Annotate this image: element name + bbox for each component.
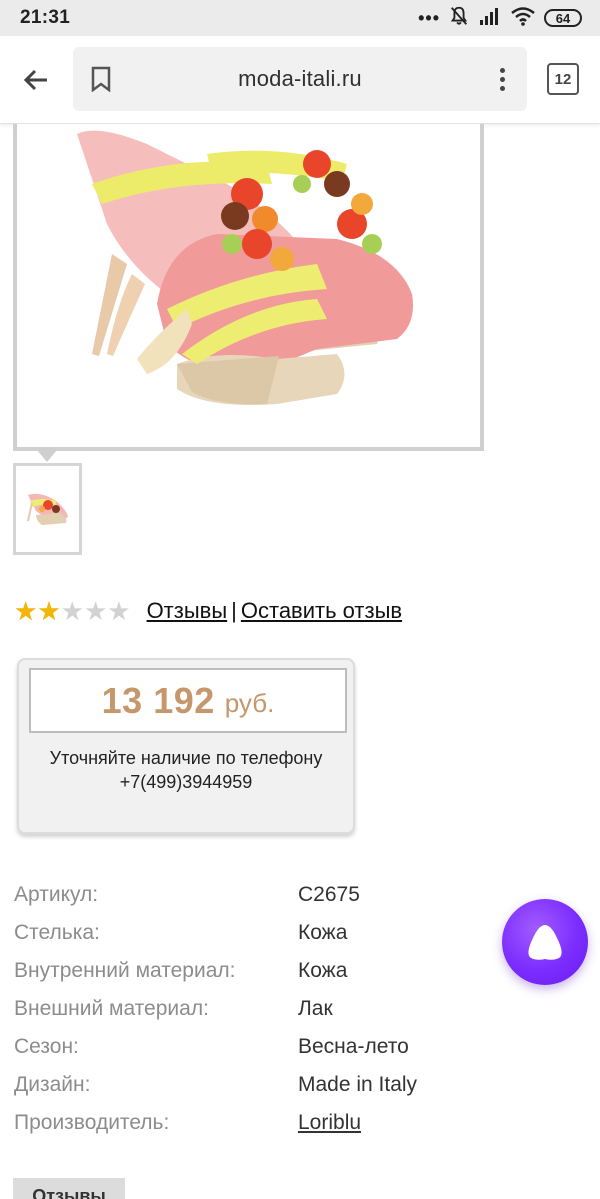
price-box: 13 192 руб.: [29, 668, 347, 733]
bookmark-button[interactable]: [87, 65, 115, 93]
status-icons: ••• 64: [418, 5, 582, 32]
spec-value: Made in Italy: [298, 1073, 418, 1096]
status-bar: 21:31 ••• 64: [0, 0, 600, 36]
spec-label: Сезон:: [14, 1035, 79, 1058]
star-icon: ★: [60, 596, 84, 626]
spec-label: Дизайн:: [14, 1073, 91, 1096]
availability-note: Уточняйте наличие по телефону +7(499)394…: [49, 748, 323, 792]
star-icon: ★: [37, 596, 61, 626]
star-icon: ★: [83, 596, 108, 626]
spec-row-article: Артикул: C2675: [14, 876, 484, 914]
product-main-image[interactable]: [13, 124, 484, 451]
manufacturer-link[interactable]: Loriblu: [298, 1111, 361, 1135]
bookmark-icon: [91, 66, 111, 92]
spec-row-manufacturer: Производитель: Loriblu: [14, 1104, 484, 1142]
tabs-icon[interactable]: 12: [547, 63, 579, 95]
spec-row-outer-material: Внешний материал: Лак: [14, 990, 484, 1028]
product-specs: Артикул: C2675 Стелька: Кожа Внутренний …: [14, 876, 484, 1142]
rating-row: ★ ★ ★ ★ ★ Отзывы | Оставить отзыв: [14, 596, 402, 626]
spec-value: Весна-лето: [298, 1035, 409, 1058]
bell-muted-icon: [448, 5, 470, 32]
link-separator: |: [231, 598, 237, 623]
spec-value: Кожа: [298, 921, 348, 944]
voice-assistant-button[interactable]: [502, 899, 588, 985]
status-time: 21:31: [20, 7, 71, 28]
price-card: 13 192 руб. Уточняйте наличие по телефон…: [17, 658, 355, 834]
sandal-image: [77, 130, 413, 405]
leave-review-link[interactable]: Оставить отзыв: [241, 598, 402, 624]
star-rating: ★ ★ ★ ★ ★: [14, 598, 131, 624]
wifi-icon: [510, 6, 536, 31]
spec-label: Внутренний материал:: [14, 959, 236, 982]
spec-row-inner-material: Внутренний материал: Кожа: [14, 952, 484, 990]
alice-assistant-icon: [528, 925, 562, 960]
spec-label: Стелька:: [14, 921, 100, 944]
signal-icon: [478, 6, 502, 31]
star-icon: ★: [14, 596, 38, 626]
price-value: 13 192: [101, 679, 215, 721]
spec-row-insole: Стелька: Кожа: [14, 914, 484, 952]
back-button[interactable]: [18, 62, 54, 98]
spec-row-season: Сезон: Весна-лето: [14, 1028, 484, 1066]
spec-label: Производитель:: [14, 1111, 170, 1134]
price-currency: руб.: [224, 688, 275, 718]
reviews-link[interactable]: Отзывы: [147, 598, 228, 624]
spec-label: Артикул:: [14, 883, 99, 906]
spec-value: C2675: [298, 883, 360, 906]
address-bar[interactable]: moda-itali.ru: [73, 47, 527, 111]
tab-reviews[interactable]: Отзывы: [13, 1178, 125, 1199]
notification-dots: •••: [418, 8, 440, 28]
spec-value: Лак: [298, 997, 333, 1020]
kebab-menu-icon[interactable]: [489, 63, 515, 95]
battery-icon: 64: [544, 9, 582, 27]
star-icon: ★: [107, 596, 131, 626]
sandal-thumbnail-image: [26, 493, 68, 525]
thumbnail-pointer: [37, 450, 57, 462]
spec-label: Внешний материал:: [14, 997, 209, 1020]
browser-toolbar: moda-itali.ru 12: [0, 36, 600, 124]
product-thumbnail[interactable]: [13, 463, 82, 555]
url-text[interactable]: moda-itali.ru: [73, 47, 527, 111]
spec-row-design: Дизайн: Made in Italy: [14, 1066, 484, 1104]
back-arrow-icon: [23, 69, 47, 91]
spec-value: Кожа: [298, 959, 348, 982]
